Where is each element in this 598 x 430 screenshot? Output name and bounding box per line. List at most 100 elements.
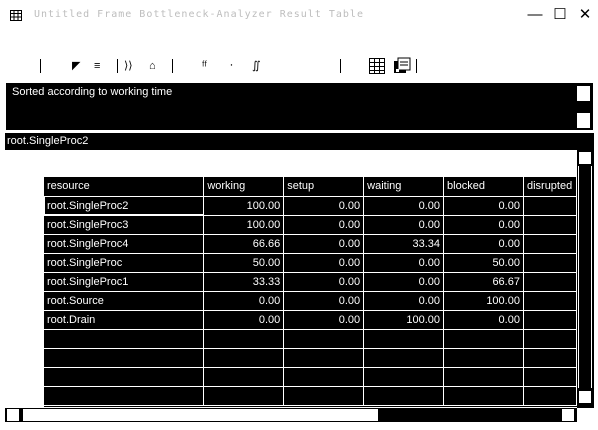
table-cell-blocked[interactable] [443, 386, 524, 406]
integral-tool-icon[interactable]: ∬ [252, 58, 261, 74]
table-cell-waiting[interactable]: 33.34 [363, 234, 445, 254]
column-header-working[interactable]: working [203, 177, 285, 197]
dot-tool-icon[interactable]: ⸱ [230, 58, 233, 74]
table-cell-setup[interactable] [283, 348, 365, 368]
minimize-button[interactable]: — [526, 6, 544, 24]
table-row[interactable]: root.SingleProc4 66.66 0.00 33.34 0.00 [44, 234, 577, 254]
table-row[interactable]: root.SingleProc 50.00 0.00 0.00 50.00 [44, 253, 577, 273]
table-cell-disrupted[interactable] [523, 253, 577, 273]
column-header-setup[interactable]: setup [283, 177, 365, 197]
scroll-right-button[interactable] [561, 408, 575, 422]
table-row[interactable] [44, 329, 577, 349]
column-header-blocked[interactable]: blocked [443, 177, 524, 197]
table-row[interactable]: root.Source 0.00 0.00 0.00 100.00 [44, 291, 577, 311]
table-cell-waiting[interactable]: 100.00 [363, 310, 445, 330]
table-cell-disrupted[interactable] [523, 196, 577, 216]
table-cell-waiting[interactable] [363, 329, 445, 349]
table-cell-blocked[interactable]: 66.67 [443, 272, 524, 292]
table-cell-setup[interactable] [283, 367, 365, 387]
table-row[interactable]: root.SingleProc2 100.00 0.00 0.00 0.00 [44, 196, 577, 216]
table-cell-resource[interactable]: root.SingleProc [44, 253, 205, 273]
table-cell-waiting[interactable]: 0.00 [363, 215, 445, 235]
table-cell-disrupted[interactable] [523, 386, 577, 406]
table-cell-resource[interactable]: root.SingleProc4 [44, 234, 205, 254]
table-cell-blocked[interactable]: 0.00 [443, 234, 524, 254]
table-cell-resource[interactable] [44, 386, 205, 406]
table-row[interactable]: root.Drain 0.00 0.00 100.00 0.00 [44, 310, 577, 330]
table-cell-disrupted[interactable] [523, 272, 577, 292]
horizontal-scroll-thumb[interactable] [22, 408, 379, 422]
table-cell-disrupted[interactable] [523, 329, 577, 349]
table-cell-working[interactable] [203, 367, 285, 387]
table-cell-waiting[interactable] [363, 367, 445, 387]
cut-tool-icon[interactable]: ◤ [72, 58, 80, 74]
table-row[interactable]: root.SingleProc3 100.00 0.00 0.00 0.00 [44, 215, 577, 235]
table-cell-setup[interactable] [283, 329, 365, 349]
table-cell-resource[interactable]: root.SingleProc1 [44, 272, 205, 292]
table-cell-disrupted[interactable] [523, 348, 577, 368]
table-cell-working[interactable] [203, 329, 285, 349]
table-cell-blocked[interactable] [443, 348, 524, 368]
table-cell-resource[interactable]: root.SingleProc3 [44, 215, 205, 235]
table-cell-working[interactable]: 33.33 [203, 272, 285, 292]
table-cell-blocked[interactable]: 0.00 [443, 196, 524, 216]
table-row[interactable] [44, 386, 577, 406]
table-cell-disrupted[interactable] [523, 234, 577, 254]
table-cell-waiting[interactable]: 0.00 [363, 196, 445, 216]
table-cell-setup[interactable]: 0.00 [283, 291, 365, 311]
table-cell-resource[interactable] [44, 367, 205, 387]
table-cell-working[interactable]: 50.00 [203, 253, 285, 273]
table-cell-resource[interactable]: root.Drain [44, 310, 205, 330]
table-cell-disrupted[interactable] [523, 215, 577, 235]
table-cell-setup[interactable]: 0.00 [283, 310, 365, 330]
table-cell-blocked[interactable]: 100.00 [443, 291, 524, 311]
table-cell-setup[interactable]: 0.00 [283, 253, 365, 273]
table-cell-working[interactable] [203, 386, 285, 406]
table-cell-waiting[interactable]: 0.00 [363, 253, 445, 273]
table-cell-resource[interactable] [44, 348, 205, 368]
table-cell-blocked[interactable] [443, 329, 524, 349]
table-cell-setup[interactable]: 0.00 [283, 196, 365, 216]
table-cell-waiting[interactable]: 0.00 [363, 291, 445, 311]
table-cell-resource[interactable]: root.Source [44, 291, 205, 311]
table-cell-resource[interactable]: root.SingleProc2 [44, 196, 205, 216]
vertical-scroll-track[interactable] [578, 166, 592, 388]
table-row[interactable]: root.SingleProc1 33.33 0.00 0.00 66.67 [44, 272, 577, 292]
close-button[interactable]: ✕ [576, 6, 594, 24]
table-cell-resource[interactable] [44, 329, 205, 349]
table-cell-working[interactable]: 100.00 [203, 215, 285, 235]
grid-view-icon[interactable] [369, 58, 385, 74]
maximize-button[interactable]: ☐ [551, 6, 569, 24]
table-cell-working[interactable]: 0.00 [203, 310, 285, 330]
table-cell-setup[interactable] [283, 386, 365, 406]
table-cell-blocked[interactable]: 0.00 [443, 215, 524, 235]
connect-tool-icon[interactable]: ⟩⟩ [124, 58, 133, 74]
scroll-up-button[interactable] [578, 151, 592, 165]
table-cell-setup[interactable]: 0.00 [283, 215, 365, 235]
message-scroll-down-button[interactable] [576, 112, 591, 129]
table-cell-disrupted[interactable] [523, 291, 577, 311]
column-header-disrupted[interactable]: disrupted [523, 177, 577, 197]
table-cell-disrupted[interactable] [523, 367, 577, 387]
table-cell-setup[interactable]: 0.00 [283, 234, 365, 254]
font-tool-icon[interactable]: ᶠᶠ [202, 58, 207, 74]
column-header-resource[interactable]: resource [44, 177, 205, 197]
table-cell-waiting[interactable] [363, 348, 445, 368]
message-scroll-up-button[interactable] [576, 85, 591, 102]
table-cell-working[interactable]: 66.66 [203, 234, 285, 254]
table-cell-working[interactable]: 100.00 [203, 196, 285, 216]
table-cell-working[interactable]: 0.00 [203, 291, 285, 311]
table-cell-blocked[interactable]: 50.00 [443, 253, 524, 273]
table-cell-blocked[interactable]: 0.00 [443, 310, 524, 330]
table-cell-blocked[interactable] [443, 367, 524, 387]
scroll-left-button[interactable] [6, 408, 20, 422]
scroll-down-button[interactable] [578, 390, 592, 404]
chart-view-icon[interactable] [393, 57, 411, 75]
column-header-waiting[interactable]: waiting [363, 177, 445, 197]
format-tool-icon[interactable]: ≡ [94, 58, 100, 74]
table-cell-waiting[interactable]: 0.00 [363, 272, 445, 292]
table-cell-disrupted[interactable] [523, 310, 577, 330]
table-cell-waiting[interactable] [363, 386, 445, 406]
table-row[interactable] [44, 348, 577, 368]
home-tool-icon[interactable]: ⌂ [149, 58, 156, 74]
